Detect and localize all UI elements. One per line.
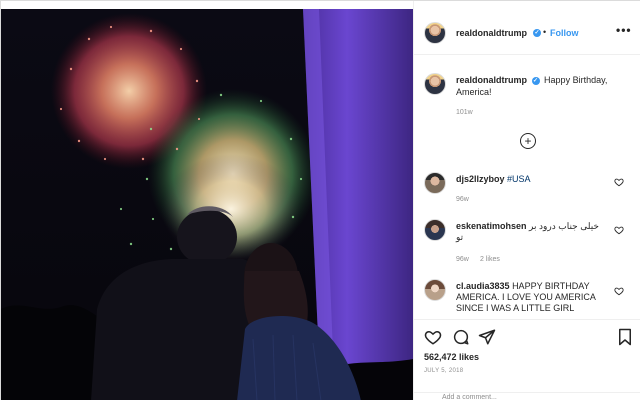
instagram-post-window: realdonaldtrump ✓ • Follow ••• realdonal…	[0, 0, 640, 400]
comment-icon[interactable]	[452, 328, 470, 346]
separator-dot: •	[543, 27, 547, 37]
caption-author-handle[interactable]: realdonaldtrump	[456, 75, 527, 85]
post-header: realdonaldtrump ✓ • Follow •••	[414, 13, 640, 55]
comment-like-heart-icon[interactable]	[614, 177, 624, 187]
comment-timestamp[interactable]: 96w	[456, 196, 469, 203]
bookmark-icon[interactable]	[616, 328, 634, 346]
comment-like-heart-icon[interactable]	[614, 286, 624, 296]
likes-count[interactable]: 562,472 likes	[424, 352, 479, 362]
comment-avatar[interactable]	[424, 279, 446, 301]
comment-avatar[interactable]	[424, 172, 446, 194]
share-icon[interactable]	[478, 328, 496, 346]
caption-timestamp[interactable]: 101w	[456, 109, 473, 116]
add-comment-field[interactable]: Add a comment...	[414, 392, 640, 400]
comment-likes-link[interactable]: 2 likes	[480, 256, 500, 263]
comment-username[interactable]: eskenatimohsen	[456, 221, 527, 231]
post-photo[interactable]	[1, 9, 413, 400]
heart-icon[interactable]	[424, 328, 442, 346]
comment-avatar[interactable]	[424, 219, 446, 241]
comment-like-heart-icon[interactable]	[614, 225, 624, 235]
caption-verified-badge-icon: ✓	[531, 77, 540, 85]
author-handle[interactable]: realdonaldtrump	[456, 28, 527, 38]
comment-body: eskenatimohsen خیلی جناب درود بر تو	[456, 221, 606, 243]
post-action-bar: 562,472 likes JULY 5, 2018 Add a comment…	[414, 319, 640, 400]
post-side-panel: realdonaldtrump ✓ • Follow ••• realdonal…	[413, 1, 640, 400]
caption-author-avatar[interactable]	[424, 73, 446, 95]
follow-button[interactable]: Follow	[550, 28, 579, 38]
author-avatar[interactable]	[424, 22, 446, 44]
comment-username[interactable]: cl.audia3835	[456, 281, 510, 291]
caption: realdonaldtrump ✓ Happy Birthday, Americ…	[456, 74, 626, 98]
comment-timestamp[interactable]: 96w	[456, 256, 469, 263]
comment-body: cl.audia3835 HAPPY BIRTHDAY AMERICA. I L…	[456, 281, 608, 314]
verified-badge-icon: ✓	[533, 29, 541, 37]
post-date[interactable]: JULY 5, 2018	[424, 368, 463, 374]
comment-username[interactable]: djs2llzyboy	[456, 174, 505, 184]
comment-hashtag[interactable]: #USA	[507, 174, 531, 184]
more-options-icon[interactable]: •••	[616, 23, 632, 37]
load-more-comments-button[interactable]: +	[520, 133, 536, 149]
comment-body: djs2llzyboy #USA	[456, 174, 606, 185]
fireworks-photo-illustration	[1, 9, 413, 400]
